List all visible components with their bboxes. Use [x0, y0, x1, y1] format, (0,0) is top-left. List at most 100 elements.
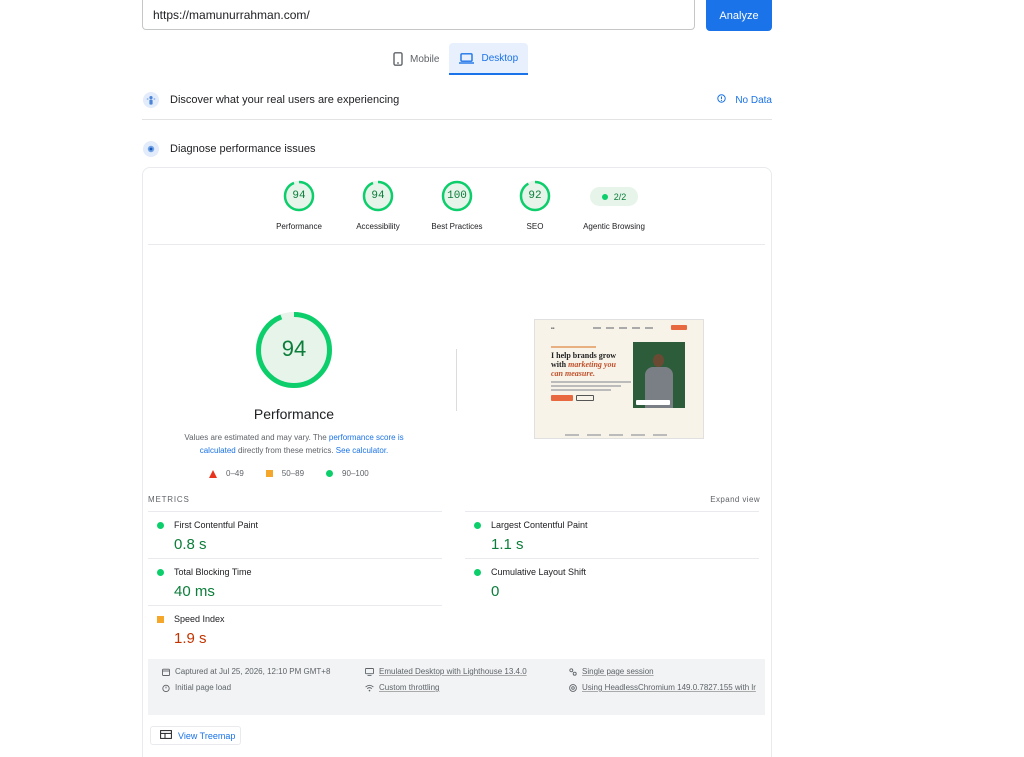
thumb-subtext	[551, 381, 631, 391]
performance-score: 94	[281, 336, 307, 361]
gauge-score: 94	[292, 190, 306, 202]
field-data-title: Discover what your real users are experi…	[170, 94, 400, 106]
metric-value: 40 ms	[174, 583, 215, 600]
legend-fail: 0–49	[209, 469, 244, 478]
agentic-badge-value: 2/2	[613, 191, 627, 202]
info-icon	[717, 94, 727, 106]
thumb-footer	[565, 434, 675, 436]
gauge-agentic-browsing[interactable]: 2/2 Agentic Browsing	[574, 180, 654, 231]
lab-data-section: Diagnose performance issues	[142, 139, 772, 159]
metric-label: Speed Index	[174, 614, 225, 624]
metric-label: Cumulative Layout Shift	[491, 567, 587, 577]
thumb-cta	[671, 325, 687, 330]
gauge-ring: 94	[283, 180, 315, 212]
field-data-section[interactable]: Discover what your real users are experi…	[142, 90, 772, 110]
final-screenshot[interactable]: ■■ I help brands grow with marketing you c…	[534, 319, 704, 439]
metric-value: 1.9 s	[174, 630, 207, 647]
gauge-seo[interactable]: 92 SEO	[495, 180, 575, 231]
gauge-score: 100	[447, 190, 467, 202]
metric-value: 0.8 s	[174, 536, 207, 553]
gauge-best-practices[interactable]: 100 Best Practices	[417, 180, 497, 231]
metric-value: 1.1 s	[491, 536, 524, 553]
average-square-icon	[265, 470, 273, 477]
performance-title: Performance	[253, 406, 335, 422]
metric-cls: Cumulative Layout Shift 0	[465, 558, 759, 605]
gauge-label: Agentic Browsing	[583, 222, 645, 231]
fail-triangle-icon	[209, 469, 217, 478]
agentic-badge: 2/2	[590, 187, 638, 206]
metric-label: First Contentful Paint	[174, 520, 259, 530]
metric-fcp: First Contentful Paint 0.8 s	[148, 511, 442, 558]
thumb-badge	[636, 400, 670, 405]
gauge-score: 92	[528, 190, 542, 202]
gauge-label: SEO	[526, 222, 544, 231]
score-legend: 0–49 50–89 90–100	[209, 469, 391, 478]
run-throttling[interactable]: Custom throttling	[365, 680, 439, 698]
users-icon	[143, 92, 159, 108]
gauge-accessibility[interactable]: 94 Accessibility	[338, 180, 418, 231]
pass-circle-icon	[474, 569, 481, 576]
pass-dot	[601, 193, 608, 200]
tab-desktop-label: Desktop	[481, 52, 519, 64]
tab-mobile[interactable]: Mobile	[383, 43, 449, 75]
run-info: Captured at Jul 25, 2026, 12:10 PM GMT+8…	[148, 659, 765, 715]
gauge-ring: 100	[441, 180, 473, 212]
metric-lcp: Largest Contentful Paint 1.1 s	[465, 511, 759, 558]
thumb-logo: ■■	[551, 326, 555, 330]
metrics-title: METRICS	[148, 495, 190, 504]
thumb-button-secondary	[576, 395, 594, 401]
vertical-separator	[456, 349, 457, 411]
pass-circle-icon	[157, 522, 164, 529]
section-divider	[142, 119, 772, 120]
metric-tbt: Total Blocking Time 40 ms	[148, 558, 442, 605]
gauge-divider	[148, 244, 765, 245]
gauge-performance[interactable]: 94 Performance	[259, 180, 339, 231]
thumb-headline: I help brands grow with marketing you can …	[551, 351, 616, 378]
smartphone-icon	[393, 52, 403, 66]
thumb-kicker	[551, 346, 596, 348]
gauge-label: Performance	[276, 222, 322, 231]
thumb-nav	[593, 327, 663, 329]
run-load-type: Initial page load	[162, 680, 231, 698]
performance-note: Values are estimated and may vary. The p…	[184, 433, 404, 455]
no-data-label: No Data	[735, 94, 772, 106]
laptop-icon	[459, 52, 475, 64]
metric-speed-index: Speed Index 1.9 s	[148, 605, 442, 652]
timer-icon	[162, 680, 170, 698]
gauge-label: Accessibility	[356, 222, 400, 231]
metric-label: Total Blocking Time	[174, 567, 252, 577]
see-calculator-link[interactable]: See calculator.	[336, 446, 388, 455]
tab-mobile-label: Mobile	[410, 53, 440, 65]
legend-pass: 90–100	[326, 469, 369, 478]
metric-value: 0	[491, 583, 500, 600]
gauge-ring: 94	[362, 180, 394, 212]
no-data-indicator[interactable]: No Data	[717, 94, 772, 106]
thumb-button-primary	[551, 395, 573, 401]
metric-label: Largest Contentful Paint	[491, 520, 588, 530]
run-browser[interactable]: Using HeadlessChromium 149.0.7827.155 wi…	[569, 680, 759, 698]
thumb-portrait	[633, 342, 685, 408]
view-treemap-label: View Treemap	[178, 730, 236, 741]
average-square-icon	[157, 616, 164, 623]
treemap-icon	[160, 730, 172, 741]
chrome-icon	[569, 680, 577, 698]
gauge-ring: 92	[519, 180, 551, 212]
wifi-icon	[365, 680, 374, 698]
legend-average: 50–89	[265, 469, 304, 478]
category-gauges: 94 Performance 94 Accessibility 100 Best…	[143, 180, 771, 240]
analyze-button[interactable]: Analyze	[706, 0, 772, 31]
url-input[interactable]	[142, 0, 695, 30]
device-tabs: Mobile Desktop	[383, 43, 529, 75]
lab-data-title: Diagnose performance issues	[170, 143, 316, 155]
tab-desktop[interactable]: Desktop	[449, 43, 529, 75]
url-bar: Analyze	[142, 0, 772, 31]
expand-view-toggle[interactable]: Expand view	[710, 495, 760, 504]
pass-circle-icon	[474, 522, 481, 529]
pass-circle-icon	[326, 470, 334, 477]
performance-gauge-large: 94	[255, 311, 333, 389]
pass-circle-icon	[157, 569, 164, 576]
gauge-score: 94	[371, 190, 385, 202]
gauge-label: Best Practices	[431, 222, 483, 231]
lab-flask-icon	[143, 141, 159, 157]
view-treemap-button[interactable]: View Treemap	[150, 726, 241, 745]
